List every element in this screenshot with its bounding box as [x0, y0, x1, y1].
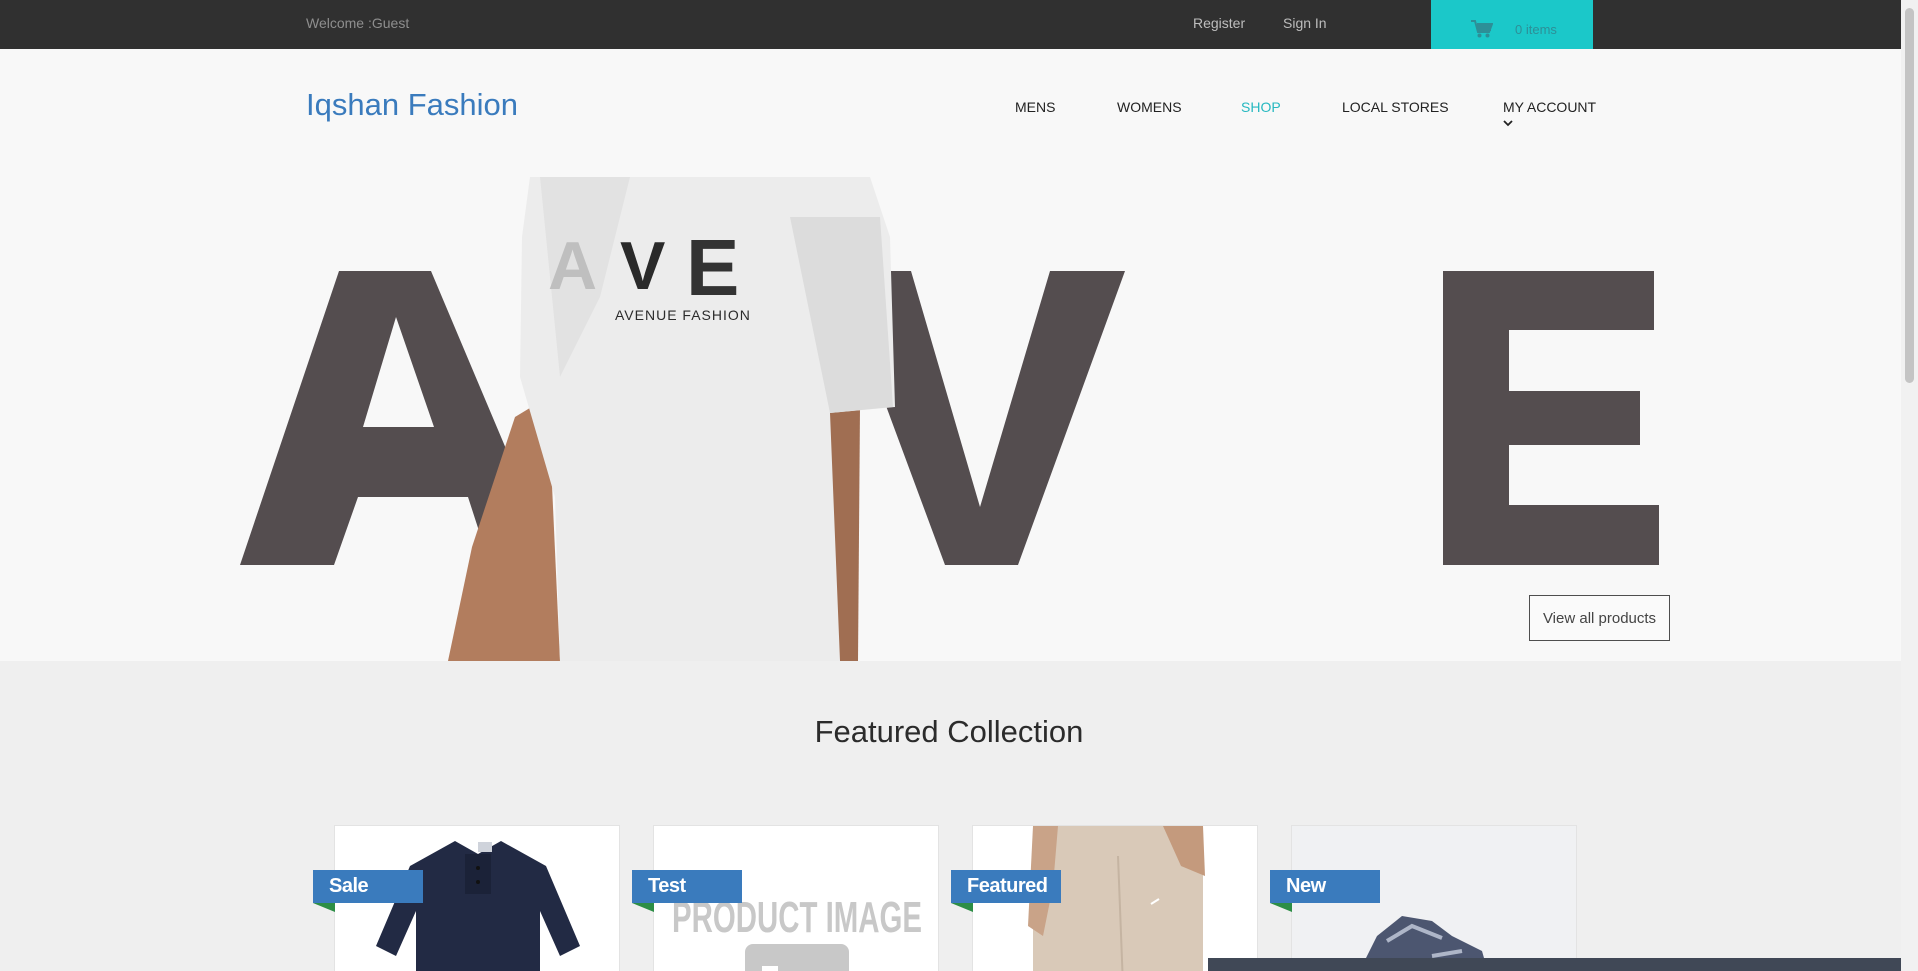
hero-artwork: A V E AVENUE FASHION: [240, 177, 1659, 661]
badge-sale: Sale: [313, 870, 423, 903]
sign-in-link[interactable]: Sign In: [1283, 15, 1327, 31]
hero-banner: A V E AVENUE FASHION View all products: [0, 177, 1901, 661]
svg-text:V: V: [620, 228, 665, 304]
badge-fold: [1270, 903, 1292, 912]
chevron-down-icon[interactable]: [1503, 119, 1513, 127]
badge-fold: [951, 903, 973, 912]
cart-button[interactable]: 0 items: [1431, 0, 1593, 49]
nav-my-account[interactable]: MY ACCOUNT: [1503, 99, 1596, 115]
badge-new: New: [1270, 870, 1380, 903]
nav-local-stores[interactable]: LOCAL STORES: [1342, 99, 1449, 115]
badge-fold: [632, 903, 654, 912]
badge-test: Test: [632, 870, 742, 903]
badge-fold: [313, 903, 335, 912]
brand-logo[interactable]: Iqshan Fashion: [306, 87, 518, 123]
shirt-print-letters: A: [548, 228, 615, 304]
site-header: Iqshan Fashion MENS WOMENS SHOP LOCAL ST…: [0, 49, 1901, 177]
register-link[interactable]: Register: [1193, 15, 1245, 31]
shirt-print-text: AVENUE FASHION: [615, 307, 751, 323]
nav-shop[interactable]: SHOP: [1241, 99, 1281, 115]
hero-letter-e: [1443, 271, 1659, 565]
featured-title: Featured Collection: [814, 714, 1084, 749]
svg-text:E: E: [686, 223, 739, 312]
scrollbar-thumb[interactable]: [1905, 8, 1914, 383]
bottom-overlay-panel[interactable]: [1208, 958, 1901, 971]
page-scrollbar[interactable]: [1901, 0, 1918, 971]
view-all-products-button[interactable]: View all products: [1529, 595, 1670, 641]
nav-womens[interactable]: WOMENS: [1117, 99, 1182, 115]
welcome-text: Welcome :Guest: [306, 15, 410, 31]
badge-featured: Featured: [951, 870, 1061, 903]
top-bar: Welcome :Guest Register Sign In 0 items: [0, 0, 1901, 49]
nav-mens[interactable]: MENS: [1015, 99, 1055, 115]
cart-icon: [1471, 20, 1493, 38]
cart-count: 0 items: [1515, 22, 1557, 37]
